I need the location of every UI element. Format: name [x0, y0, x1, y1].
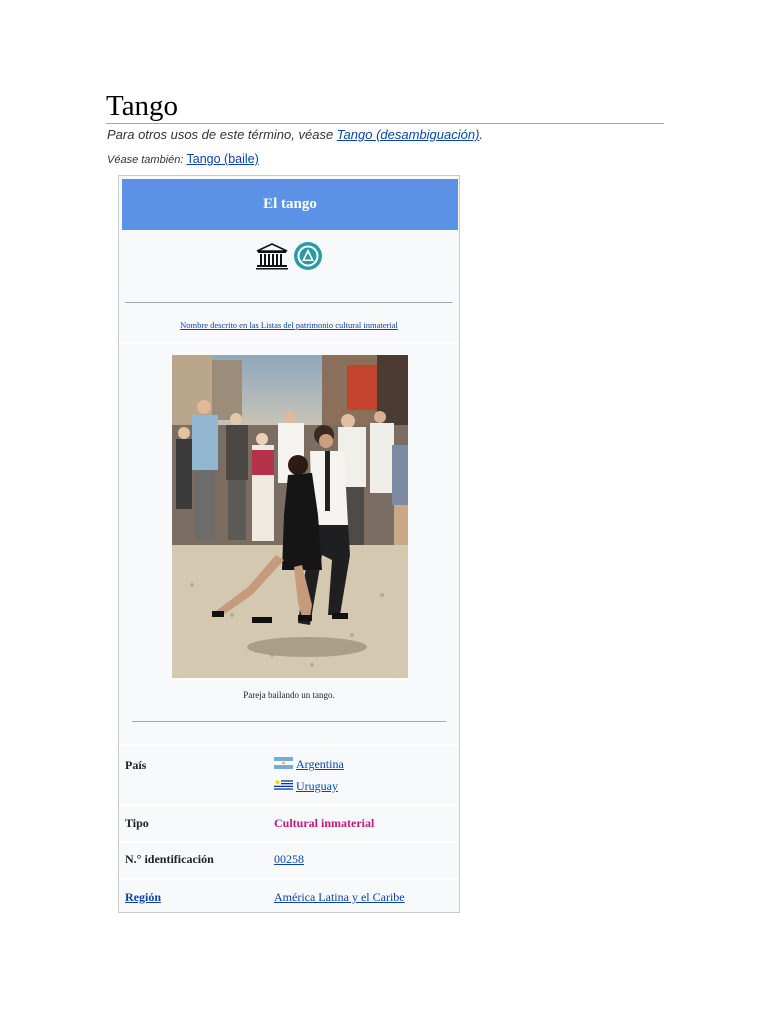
region-value: América Latina y el Caribe: [274, 890, 405, 905]
infobox: El tango Nombre descrito en las Listas d…: [118, 175, 460, 913]
region-link[interactable]: América Latina y el Caribe: [274, 890, 405, 904]
identificacion-link[interactable]: 00258: [274, 852, 304, 866]
hatnote-text: Para otros usos de este término, véase: [107, 127, 337, 142]
region-label: Región: [125, 890, 161, 905]
hatnote-period: .: [479, 127, 484, 142]
row-separator: [119, 841, 459, 843]
row-separator: [119, 878, 459, 880]
see-also-hatnote: Véase también: Tango (baile): [107, 152, 259, 166]
intangible-heritage-emblem-icon[interactable]: [292, 240, 324, 277]
infobox-header: El tango: [122, 179, 458, 230]
logos: [119, 236, 459, 280]
argentina-flag-icon: [274, 757, 293, 769]
tipo-value: Cultural inmaterial: [274, 816, 375, 830]
pais-label: País: [125, 758, 147, 772]
tango-dance-link[interactable]: Tango (baile): [187, 152, 259, 166]
argentina-link[interactable]: Argentina: [296, 757, 344, 771]
uruguay-link[interactable]: Uruguay: [296, 779, 338, 793]
infobox-divider: [125, 302, 453, 303]
page-title: Tango: [106, 90, 179, 122]
disambiguation-link[interactable]: Tango (desambiguación): [337, 127, 480, 142]
uruguay-flag-icon: [274, 779, 293, 791]
identificacion-label: N.° identificación: [125, 852, 214, 866]
see-also-text: Véase también:: [107, 154, 187, 166]
region-label-link[interactable]: Región: [125, 890, 161, 904]
section-gap: [119, 744, 459, 746]
image-caption: Pareja bailando un tango.: [243, 690, 335, 700]
pais-value-uruguay: Uruguay: [274, 779, 338, 794]
title-divider: [106, 123, 664, 124]
section-gap: [119, 342, 459, 344]
tipo-label: Tipo: [125, 816, 149, 830]
tango-photo[interactable]: [172, 355, 408, 678]
disambiguation-hatnote: Para otros usos de este término, véase T…: [107, 127, 483, 142]
heritage-list-link[interactable]: Nombre descrito en las Listas del patrim…: [119, 320, 459, 330]
pais-value-argentina: Argentina: [274, 757, 344, 772]
identificacion-value: 00258: [274, 852, 304, 867]
caption-divider: [132, 721, 446, 722]
unesco-logo-icon[interactable]: [255, 242, 289, 275]
row-separator: [119, 804, 459, 806]
